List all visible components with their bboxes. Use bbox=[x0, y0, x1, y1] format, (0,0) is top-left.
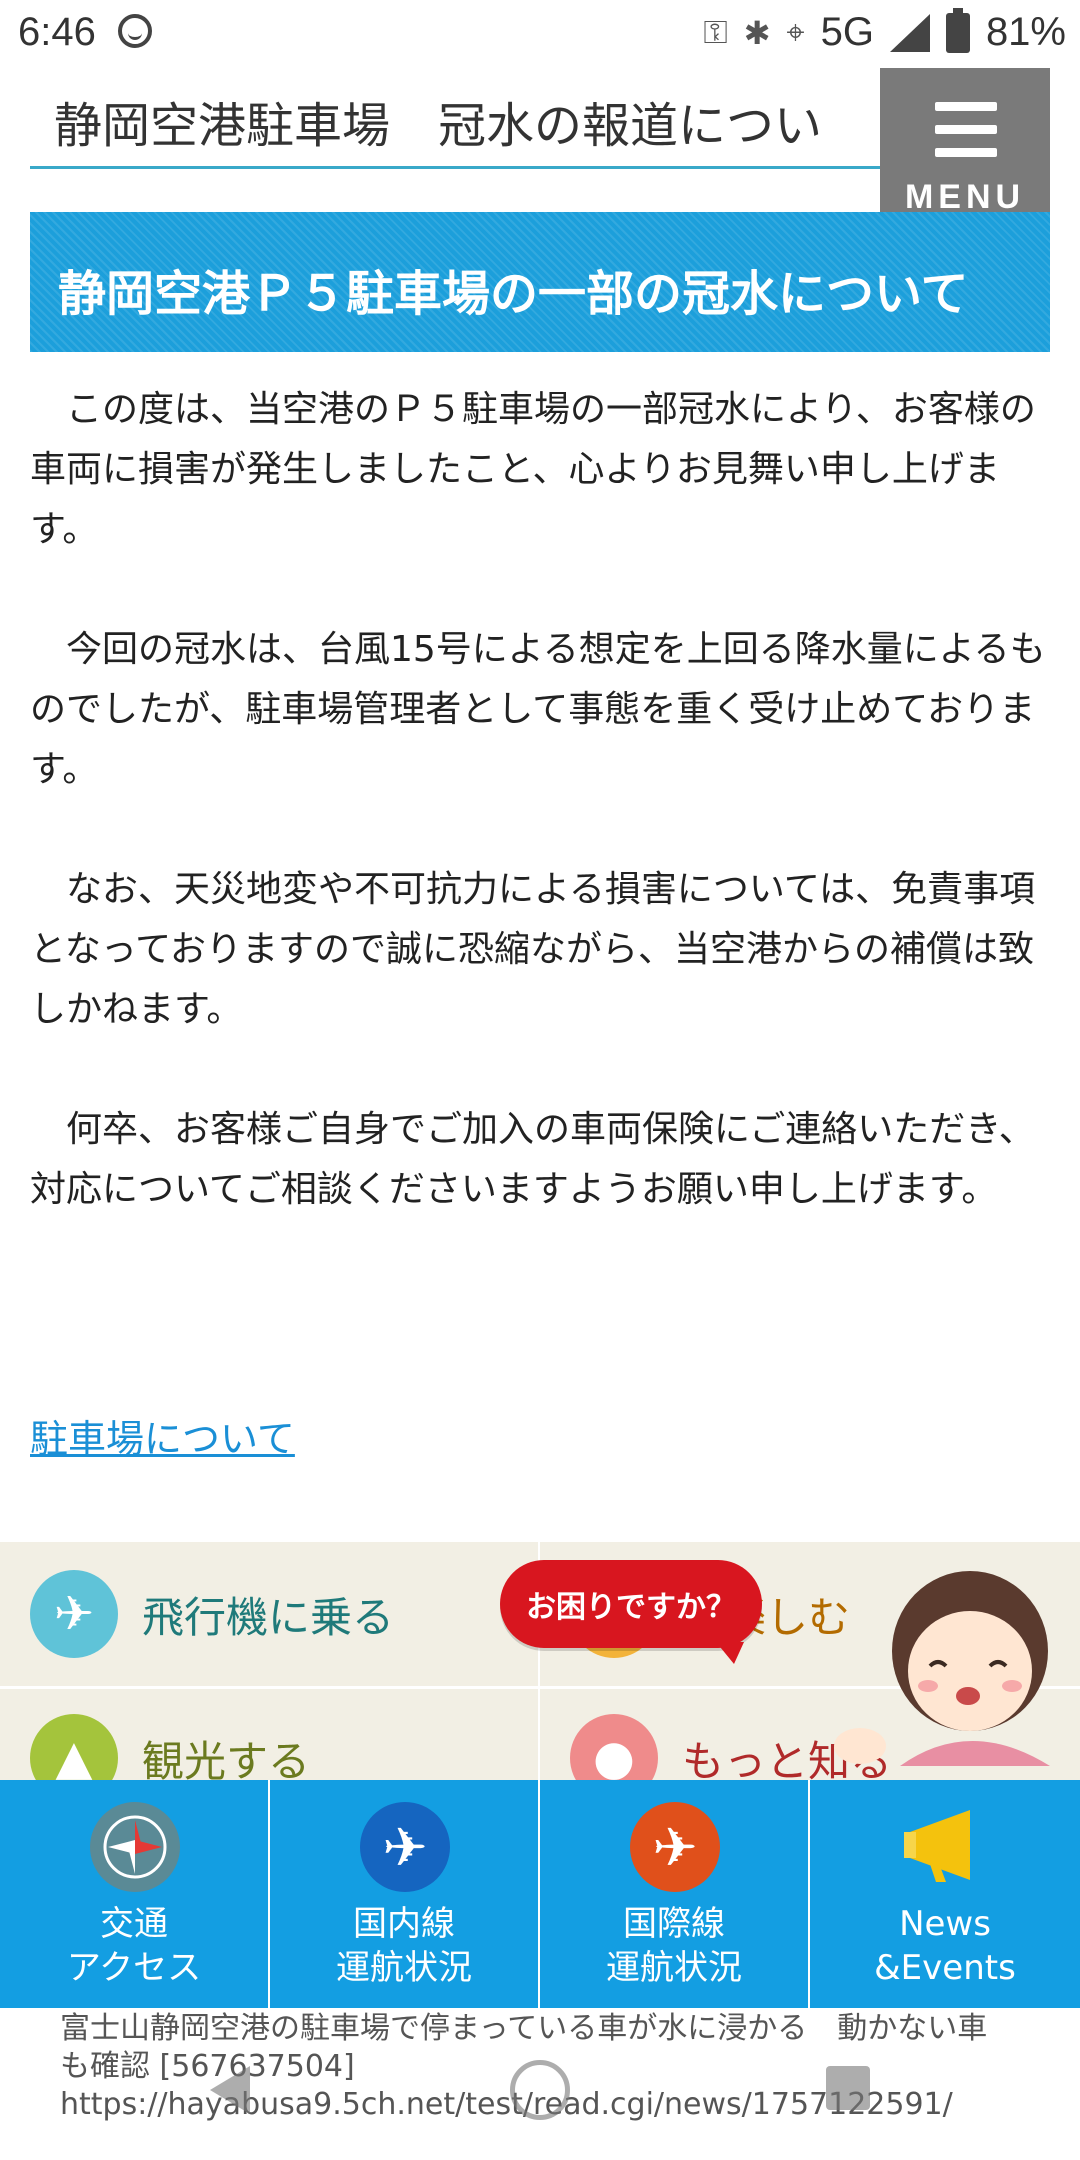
airplane-icon: ✈ bbox=[360, 1802, 450, 1892]
nav-label: News &Events bbox=[874, 1904, 1016, 1988]
paragraph: 今回の冠水は、台風15号による想定を上回る降水量によるものでしたが、駐車場管理者… bbox=[30, 629, 1046, 790]
network-type: 5G bbox=[820, 10, 874, 54]
nav-news-events[interactable]: News &Events bbox=[810, 1780, 1080, 2008]
category-fly[interactable]: ✈ 飛行機に乗る bbox=[30, 1570, 394, 1658]
nav-access[interactable]: 交通 アクセス bbox=[0, 1780, 270, 2008]
article-body: この度は、当空港のＰ５駐車場の一部冠水により、お客様の車両に損害が発生しましたこ… bbox=[30, 380, 1050, 1280]
nav-label: 国際線 運航状況 bbox=[606, 1904, 742, 1988]
airplane-icon: ✈ bbox=[630, 1802, 720, 1892]
home-button-icon[interactable] bbox=[510, 2060, 570, 2120]
airplane-icon: ✈ bbox=[30, 1570, 118, 1658]
nav-label: 国内線 運航状況 bbox=[336, 1904, 472, 1988]
section-heading: 静岡空港Ｐ５駐車場の一部の冠水について bbox=[30, 212, 1050, 352]
paragraph: なお、天災地変や不可抗力による損害については、免責事項となっておりますので誠に恐… bbox=[30, 869, 1036, 1030]
battery-icon bbox=[945, 7, 970, 53]
signal-icon bbox=[889, 13, 930, 52]
section-heading-text: 静岡空港Ｐ５駐車場の一部の冠水について bbox=[58, 266, 969, 322]
page-title: 静岡空港駐車場 冠水の報道につい bbox=[54, 98, 823, 154]
help-button[interactable]: お困りですか？ bbox=[500, 1560, 762, 1664]
status-bar: 6:46 ⚿ ✱ ⌖ 5G 81% bbox=[0, 0, 1080, 66]
nav-domestic-flights[interactable]: ✈ 国内線 運航状況 bbox=[270, 1780, 540, 2008]
paragraph: 何卒、お客様ご自身でご加入の車両保険にご連絡いただき、対応についてご相談ください… bbox=[30, 1109, 1035, 1210]
nav-international-flights[interactable]: ✈ 国際線 運航状況 bbox=[540, 1780, 810, 2008]
location-icon: ⌖ bbox=[786, 13, 805, 50]
hamburger-icon bbox=[935, 102, 997, 158]
status-time: 6:46 bbox=[18, 10, 96, 54]
key-icon: ⚿ bbox=[703, 13, 728, 50]
caption-line: 富士山静岡空港の駐車場で停まっている車が水に浸かる 動かない車 bbox=[60, 2011, 988, 2046]
back-button-icon[interactable] bbox=[210, 2066, 250, 2114]
parking-link[interactable]: 駐車場について bbox=[30, 1408, 295, 1463]
page-header: 静岡空港駐車場 冠水の報道につい bbox=[30, 70, 890, 169]
megaphone-icon bbox=[900, 1802, 990, 1892]
status-icons: ⚿ ✱ ⌖ 5G 81% bbox=[703, 7, 1066, 55]
paragraph: この度は、当空港のＰ５駐車場の一部冠水により、お客様の車両に損害が発生しましたこ… bbox=[30, 389, 1036, 550]
recents-button-icon[interactable] bbox=[826, 2066, 870, 2110]
category-label: 飛行機に乗る bbox=[142, 1592, 395, 1642]
nav-label: 交通 アクセス bbox=[66, 1904, 202, 1988]
battery-percent: 81% bbox=[985, 10, 1066, 54]
bottom-nav: 交通 アクセス ✈ 国内線 運航状況 ✈ 国際線 運航状況 News &Even… bbox=[0, 1780, 1080, 2008]
mascot-icon[interactable] bbox=[820, 1556, 1060, 1766]
notification-face-icon bbox=[118, 14, 152, 48]
compass-icon bbox=[90, 1802, 180, 1892]
bluetooth-icon: ✱ bbox=[743, 14, 771, 51]
